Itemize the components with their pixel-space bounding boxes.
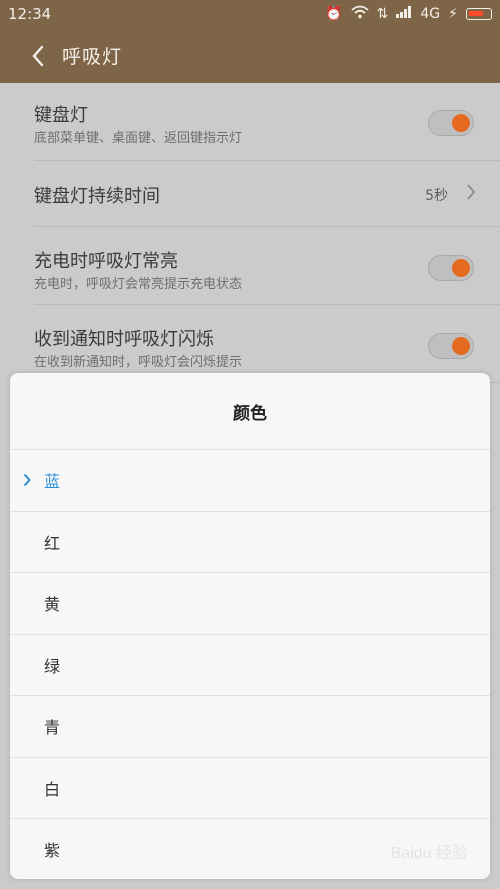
- option-label: 青: [44, 718, 61, 738]
- setting-label: 键盘灯持续时间: [34, 186, 160, 207]
- option-label: 蓝: [44, 472, 61, 492]
- option-label: 红: [44, 533, 61, 553]
- setting-charging-breathing[interactable]: 充电时呼吸灯常亮 充电时，呼吸灯会常亮提示充电状态: [34, 227, 500, 305]
- setting-notification-blink[interactable]: 收到通知时呼吸灯闪烁 在收到新通知时，呼吸灯会闪烁提示: [34, 305, 500, 383]
- setting-label: 充电时呼吸灯常亮: [34, 251, 178, 272]
- color-dialog: 颜色 蓝 红 黄 绿 青 白 紫 Baidu 经验: [10, 373, 490, 879]
- setting-desc: 底部菜单键、桌面键、返回键指示灯: [34, 131, 243, 146]
- status-icons: ⏰ ⇅ 4G ⚡: [325, 5, 492, 23]
- option-label: 黄: [44, 595, 61, 615]
- network-type: 4G: [420, 6, 441, 22]
- signal-icon: [396, 6, 412, 22]
- chevron-right-icon: [23, 472, 31, 491]
- page-title: 呼吸灯: [62, 46, 123, 68]
- color-option-red[interactable]: 红: [10, 512, 490, 573]
- charging-breathing-toggle[interactable]: [428, 255, 474, 281]
- color-option-green[interactable]: 绿: [10, 635, 490, 696]
- watermark: Baidu 经验: [390, 845, 468, 862]
- setting-label: 收到通知时呼吸灯闪烁: [34, 329, 214, 350]
- setting-keyboard-light-duration[interactable]: 键盘灯持续时间 5秒: [34, 161, 500, 227]
- setting-desc: 充电时，呼吸灯会常亮提示充电状态: [34, 277, 243, 292]
- setting-keyboard-light[interactable]: 键盘灯 底部菜单键、桌面键、返回键指示灯: [34, 83, 500, 161]
- toggle-knob: [452, 337, 470, 355]
- setting-desc: 在收到新通知时，呼吸灯会闪烁提示: [34, 355, 243, 370]
- status-bar: 12:34 ⏰ ⇅ 4G ⚡: [0, 0, 500, 28]
- toggle-knob: [452, 114, 470, 132]
- toggle-knob: [452, 259, 470, 277]
- chevron-right-icon: [466, 183, 476, 205]
- color-option-yellow[interactable]: 黄: [10, 573, 490, 635]
- status-time: 12:34: [8, 5, 52, 23]
- dialog-title: 颜色: [10, 373, 490, 450]
- charging-icon: ⚡: [448, 6, 458, 22]
- battery-icon: [466, 8, 492, 20]
- keyboard-light-toggle[interactable]: [428, 110, 474, 136]
- back-icon[interactable]: [16, 34, 60, 78]
- color-option-white[interactable]: 白: [10, 758, 490, 819]
- option-label: 紫: [44, 841, 61, 861]
- color-option-blue[interactable]: 蓝: [10, 450, 490, 512]
- notification-blink-toggle[interactable]: [428, 333, 474, 359]
- color-option-cyan[interactable]: 青: [10, 696, 490, 758]
- option-label: 绿: [44, 656, 61, 676]
- title-bar: 呼吸灯: [0, 28, 500, 83]
- setting-label: 键盘灯: [34, 105, 88, 126]
- option-label: 白: [44, 779, 61, 799]
- alarm-icon: ⏰: [325, 6, 343, 22]
- wifi-icon: [351, 5, 369, 23]
- data-transfer-icon: ⇅: [376, 6, 389, 22]
- duration-value: 5秒: [425, 188, 448, 204]
